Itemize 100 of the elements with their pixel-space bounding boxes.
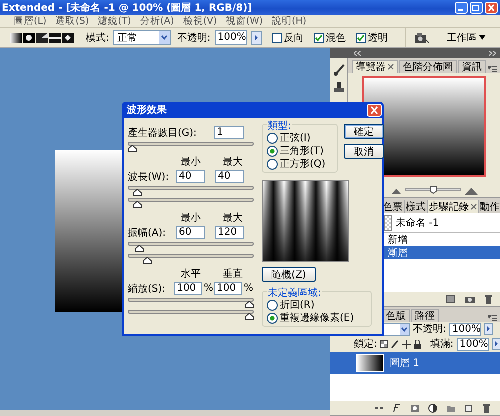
close-button[interactable] (485, 2, 498, 14)
move-icon[interactable] (402, 340, 412, 348)
trash-icon[interactable] (482, 404, 492, 412)
panel-tab[interactable]: 色階分佈圖 (399, 60, 457, 73)
radio-button[interactable] (267, 158, 278, 170)
option-label[interactable]: 重複邊緣像素(E) (280, 311, 354, 325)
checker-icon[interactable] (380, 340, 388, 348)
effects-icon[interactable] (392, 404, 402, 412)
camera-icon[interactable] (465, 295, 475, 303)
radio-button[interactable] (267, 146, 278, 156)
checkbox[interactable] (314, 32, 324, 42)
slider[interactable] (128, 185, 254, 197)
arrow-button[interactable] (484, 323, 494, 335)
brush-icon[interactable] (391, 340, 400, 348)
panel-tab[interactable]: 動作 (478, 200, 500, 213)
menu-item[interactable]: 分析(A) (140, 14, 174, 28)
maximize-button[interactable] (470, 2, 483, 14)
panel-tab[interactable]: 路徑 (411, 309, 439, 322)
gradient-icon[interactable] (36, 32, 48, 42)
panel-tab[interactable]: 色版 (382, 309, 410, 322)
document-icon[interactable] (446, 295, 455, 303)
field-label: 縮放(S): (128, 282, 167, 296)
input-field[interactable]: 60 (176, 226, 206, 239)
input-field[interactable]: 1 (214, 126, 244, 139)
menu-item[interactable]: 檢視(V) (183, 14, 218, 28)
folder-icon[interactable] (446, 404, 456, 412)
slider[interactable] (128, 241, 254, 253)
collapse-icon[interactable] (354, 50, 361, 56)
panel-tab[interactable]: 步驟記錄 (427, 200, 478, 213)
menu-item[interactable]: 濾鏡(T) (98, 14, 132, 28)
close-icon[interactable] (471, 204, 477, 210)
gradient-icon[interactable] (10, 32, 22, 42)
option-label[interactable]: 正弦(I) (280, 131, 311, 145)
column-header: 垂直 (222, 268, 244, 281)
close-icon[interactable] (388, 64, 394, 70)
camera-icon[interactable] (414, 32, 430, 44)
history-step[interactable]: 新增 (382, 233, 500, 246)
new-layer-icon[interactable] (464, 404, 474, 412)
slider[interactable] (128, 141, 254, 153)
opacity-label: 不透明: (413, 322, 446, 336)
ok-button[interactable]: 確定 (344, 124, 384, 139)
stamp-icon[interactable] (334, 82, 344, 94)
opacity-field[interactable]: 100% (449, 322, 482, 336)
slider[interactable] (128, 297, 254, 309)
zoom-in-icon[interactable] (465, 187, 478, 195)
lock-icon[interactable] (414, 340, 422, 348)
brush-icon[interactable] (332, 64, 344, 76)
column-header: 最小 (180, 212, 202, 225)
option-label[interactable]: 折回(R) (280, 298, 315, 312)
cancel-button[interactable]: 取消 (344, 144, 384, 159)
mode-dropdown[interactable]: 正常 (113, 30, 172, 45)
menu-item[interactable]: 視窗(W) (226, 14, 264, 28)
zoom-out-icon[interactable] (392, 188, 401, 194)
slider[interactable] (128, 197, 254, 209)
gradient-icon[interactable] (23, 32, 35, 42)
checkbox[interactable] (356, 32, 366, 42)
layer-row[interactable]: 圖層 1 (330, 352, 500, 374)
menu-item[interactable]: 選取(S) (56, 14, 90, 28)
fill-field[interactable]: 100% (456, 338, 489, 350)
blend-mode-dropdown[interactable] (382, 322, 410, 336)
trash-icon[interactable] (485, 294, 492, 304)
randomize-button[interactable]: 隨機(Z) (262, 267, 316, 282)
panel-tab[interactable]: 資訊 (458, 60, 486, 73)
radio-button[interactable] (267, 300, 278, 310)
menu-item[interactable]: 說明(H) (272, 14, 307, 28)
panel-tab[interactable]: 導覽器 (352, 60, 398, 73)
adjustment-icon[interactable] (428, 404, 438, 412)
gradient-icon[interactable] (49, 32, 61, 42)
gradient-icon[interactable] (62, 32, 74, 42)
panel-tab[interactable]: 色票 (382, 200, 404, 213)
panel-menu-icon[interactable] (488, 66, 497, 73)
field-label: 產生器數目(G): (128, 126, 198, 140)
radio-button[interactable] (267, 312, 278, 324)
slider[interactable] (128, 253, 254, 265)
checkbox[interactable] (272, 32, 282, 42)
option-label[interactable]: 三角形(T) (280, 144, 324, 158)
opacity-field[interactable]: 100% (214, 30, 247, 45)
input-field[interactable]: 100 (174, 282, 202, 295)
checkbox-label[interactable]: 混色 (326, 30, 346, 44)
history-step[interactable]: 漸層 (382, 246, 500, 259)
zoom-slider[interactable] (405, 186, 461, 196)
panel-menu-icon[interactable] (488, 315, 497, 322)
input-field[interactable]: 120 (215, 226, 244, 239)
radio-button[interactable] (267, 132, 278, 144)
input-field[interactable]: 40 (215, 170, 244, 183)
close-button[interactable] (367, 104, 382, 116)
arrow-button[interactable] (492, 338, 500, 350)
menu-item[interactable]: 圖層(L) (14, 14, 47, 28)
slider[interactable] (128, 309, 254, 321)
minimize-button[interactable] (455, 2, 468, 14)
workspace-button[interactable]: 工作區 (447, 30, 486, 44)
input-field[interactable]: 100 (214, 282, 242, 295)
input-field[interactable]: 40 (176, 170, 206, 183)
checkbox-label[interactable]: 透明 (368, 30, 388, 44)
checkbox-label[interactable]: 反向 (284, 30, 304, 44)
arrow-button[interactable] (250, 30, 262, 44)
expand-icon[interactable] (489, 50, 496, 56)
option-label[interactable]: 正方形(Q) (280, 157, 326, 171)
panel-tab[interactable]: 樣式 (404, 200, 427, 213)
mask-icon[interactable] (410, 404, 420, 412)
